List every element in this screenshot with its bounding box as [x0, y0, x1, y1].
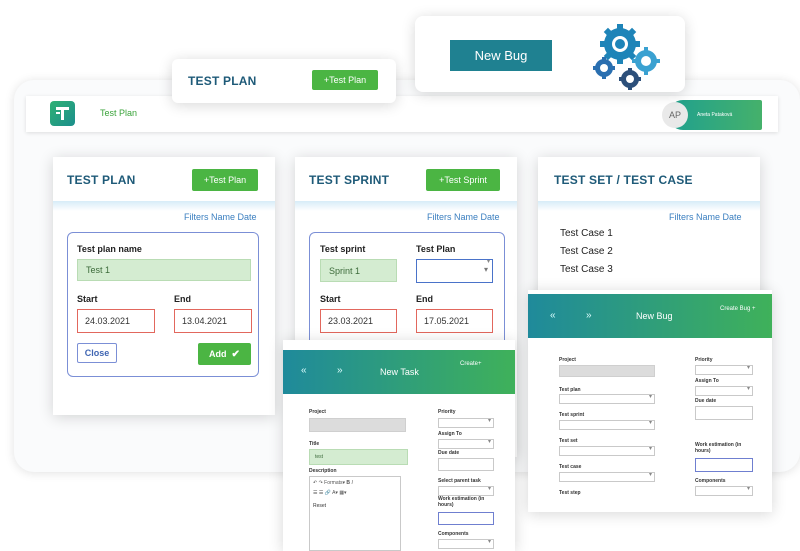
test-case-item[interactable]: Test Case 1 [560, 228, 613, 239]
bug-project-label: Project [559, 357, 576, 363]
test-set-filters[interactable]: Filters Name Date [669, 212, 742, 222]
floating-new-bug-card: New Bug [415, 16, 685, 92]
task-parent-label: Select parent task [438, 478, 481, 484]
task-description-editor[interactable]: ↶ ↷ Formats▾ B I ☰ ☰ 🔗 A▾ ▦▾ Reset [309, 476, 401, 551]
bug-work-estimation-input[interactable] [695, 458, 753, 472]
floating-add-test-plan-button[interactable]: +Test Plan [312, 70, 378, 90]
avatar-initials: AP [668, 110, 681, 120]
panel-header-divider [538, 201, 760, 211]
bug-test-case-label: Test case [559, 464, 582, 470]
avatar[interactable]: AP [662, 102, 688, 128]
bug-assign-to-select[interactable] [695, 385, 753, 396]
create-task-button[interactable]: Create+ [460, 361, 482, 367]
test-sprint-filters[interactable]: Filters Name Date [427, 212, 500, 222]
editor-toolbar[interactable]: ↶ ↷ Formats▾ B I [313, 480, 353, 486]
task-title-input[interactable]: test [309, 449, 408, 465]
bug-test-set-select[interactable] [559, 445, 655, 456]
panel-header-divider [53, 201, 275, 211]
bug-components-select[interactable] [695, 485, 753, 496]
test-plan-panel: TEST PLAN +Test Plan Filters Name Date T… [53, 157, 275, 415]
test-case-item[interactable]: Test Case 2 [560, 246, 613, 257]
test-plan-name-input[interactable]: Test 1 [77, 259, 251, 281]
bug-priority-label: Priority [695, 357, 713, 363]
test-set-panel: TEST SET / TEST CASE Filters Name Date T… [538, 157, 760, 307]
test-sprint-label: Test sprint [320, 244, 366, 254]
add-submit-label: Add [209, 349, 227, 359]
test-sprint-start-label: Start [320, 294, 341, 304]
test-plan-start-input[interactable]: 24.03.2021 [77, 309, 155, 333]
task-parent-select[interactable] [438, 485, 494, 496]
bug-test-sprint-select[interactable] [559, 419, 655, 430]
bug-test-plan-label: Test plan [559, 387, 581, 393]
task-project-field [309, 418, 406, 432]
floating-test-plan-card: TEST PLAN +Test Plan [172, 59, 396, 103]
task-priority-label: Priority [438, 409, 456, 415]
test-sprint-input[interactable]: Sprint 1 [320, 259, 397, 282]
bug-test-sprint-label: Test sprint [559, 412, 585, 418]
bug-components-label: Components [695, 478, 726, 484]
test-plan-filters[interactable]: Filters Name Date [184, 212, 257, 222]
close-button[interactable]: Close [77, 343, 117, 363]
add-test-sprint-button[interactable]: +Test Sprint [426, 169, 500, 191]
bug-test-case-select[interactable] [559, 471, 655, 482]
task-priority-select[interactable] [438, 417, 494, 428]
test-plan-end-label: End [174, 294, 191, 304]
chevron-down-icon: ▾ [483, 265, 488, 274]
test-sprint-plan-label: Test Plan [416, 244, 456, 254]
task-assign-to-select[interactable] [438, 438, 494, 449]
test-set-panel-title: TEST SET / TEST CASE [554, 173, 693, 187]
bug-due-date-label: Due date [695, 398, 717, 404]
test-sprint-end-label: End [416, 294, 433, 304]
user-name: Aneta Pataková [697, 112, 733, 118]
bug-due-date-input[interactable] [695, 406, 753, 420]
floating-test-plan-title: TEST PLAN [188, 74, 257, 88]
task-assign-to-label: Assign To [438, 431, 462, 437]
add-submit-button[interactable]: Add ✔ [198, 343, 251, 365]
test-sprint-panel-title: TEST SPRINT [309, 173, 390, 187]
chevron-right-icon[interactable]: » [337, 365, 343, 376]
new-task-title: New Task [380, 367, 419, 377]
add-test-plan-button[interactable]: +Test Plan [192, 169, 258, 191]
bug-project-field [559, 365, 655, 377]
chevron-left-icon[interactable]: « [550, 310, 556, 321]
editor-body: Reset [313, 503, 327, 509]
test-case-item[interactable]: Test Case 3 [560, 264, 613, 275]
task-work-estimation-input[interactable] [438, 512, 494, 525]
task-project-label: Project [309, 409, 326, 415]
nav-item-test-plan[interactable]: Test Plan [100, 108, 137, 118]
bug-priority-select[interactable] [695, 364, 753, 375]
task-title-label: Title [309, 441, 320, 447]
chevron-left-icon[interactable]: « [301, 365, 307, 376]
task-components-select[interactable] [438, 538, 494, 549]
bug-test-step-label: Test step [559, 490, 581, 496]
editor-format-select[interactable]: Formats [324, 480, 342, 486]
test-sprint-start-input[interactable]: 23.03.2021 [320, 309, 397, 333]
task-components-label: Components [438, 531, 469, 537]
task-description-label: Description [309, 468, 337, 474]
test-plan-name-label: Test plan name [77, 244, 142, 254]
bug-assign-to-label: Assign To [695, 378, 719, 384]
check-icon: ✔ [231, 348, 240, 360]
new-bug-modal: « » New Bug Create Bug + Project Test pl… [528, 290, 772, 512]
test-sprint-end-input[interactable]: 17.05.2021 [416, 309, 493, 333]
test-plan-end-input[interactable]: 13.04.2021 [174, 309, 252, 333]
gears-icon [590, 22, 662, 90]
new-task-modal: « » New Task Create+ Project Title test … [283, 340, 515, 551]
new-bug-title: New Bug [636, 311, 673, 321]
panel-header-divider [295, 201, 517, 211]
bug-work-estimation-label: Work estimation (in hours) [695, 442, 742, 454]
task-due-date-label: Due date [438, 450, 460, 456]
chevron-right-icon[interactable]: » [586, 310, 592, 321]
bug-test-set-label: Test set [559, 438, 578, 444]
new-bug-button[interactable]: New Bug [450, 40, 552, 71]
logo-icon[interactable] [50, 101, 75, 126]
test-plan-start-label: Start [77, 294, 98, 304]
task-work-estimation-label: Work estimation (in hours) [438, 496, 485, 508]
test-sprint-plan-select[interactable]: ▾ [416, 258, 493, 283]
bug-test-plan-select[interactable] [559, 393, 655, 404]
editor-toolbar-row2[interactable]: ☰ ☰ 🔗 A▾ ▦▾ [313, 490, 347, 496]
create-bug-button[interactable]: Create Bug + [720, 306, 756, 312]
test-plan-panel-title: TEST PLAN [67, 173, 136, 187]
task-due-date-input[interactable] [438, 458, 494, 471]
